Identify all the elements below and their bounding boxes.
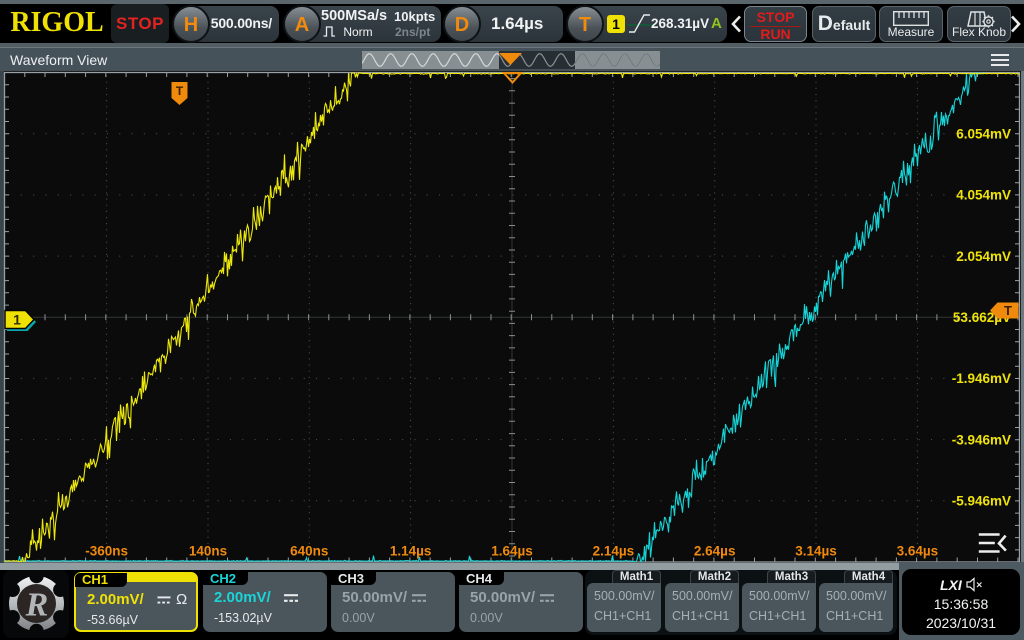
svg-text:T: T	[1004, 303, 1012, 318]
svg-text:1.14µs: 1.14µs	[390, 544, 432, 559]
svg-text:T: T	[176, 84, 184, 98]
svg-text:-1.946mV: -1.946mV	[952, 371, 1011, 386]
svg-text:-5.946mV: -5.946mV	[952, 494, 1011, 509]
svg-text:1: 1	[13, 312, 21, 328]
svg-text:3.64µs: 3.64µs	[897, 544, 939, 559]
svg-text:640ns: 640ns	[290, 544, 328, 559]
svg-text:4.054mV: 4.054mV	[956, 188, 1011, 203]
svg-text:2.14µs: 2.14µs	[593, 544, 635, 559]
svg-text:R: R	[25, 587, 49, 624]
svg-text:140ns: 140ns	[189, 544, 227, 559]
svg-text:-3.946mV: -3.946mV	[952, 432, 1011, 447]
svg-text:2.64µs: 2.64µs	[694, 544, 736, 559]
svg-text:6.054mV: 6.054mV	[956, 127, 1011, 142]
svg-text:3.14µs: 3.14µs	[795, 544, 837, 559]
svg-text:2.054mV: 2.054mV	[956, 249, 1011, 264]
svg-text:1.64µs: 1.64µs	[491, 544, 533, 559]
svg-text:-360ns: -360ns	[85, 544, 128, 559]
